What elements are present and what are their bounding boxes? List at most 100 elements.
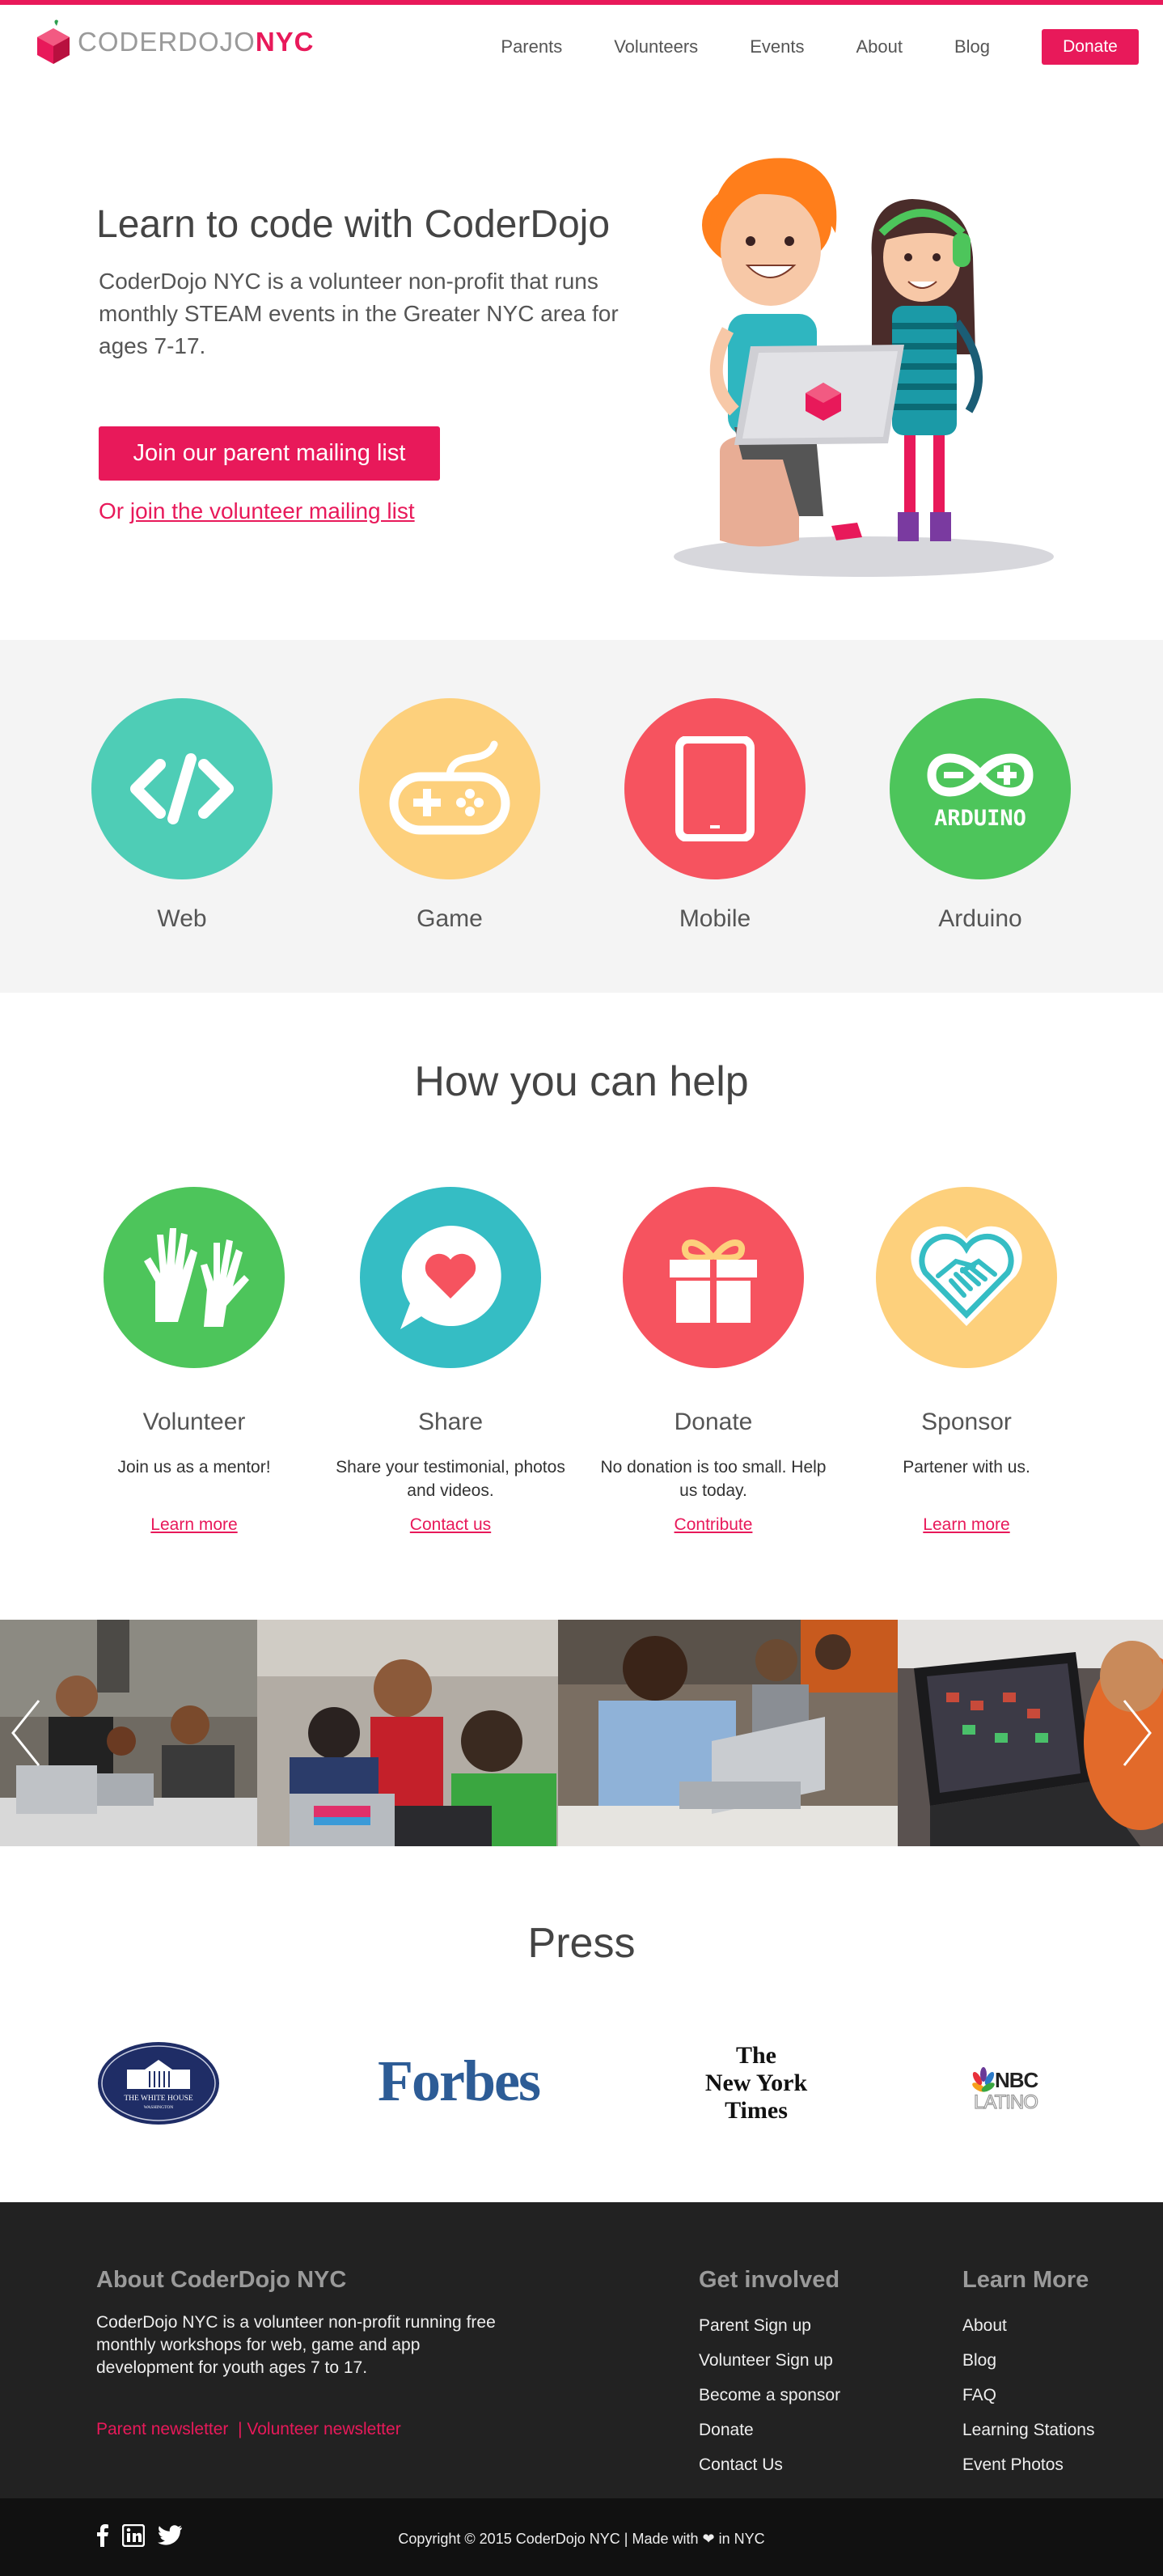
- svg-text:Forbes: Forbes: [378, 2049, 540, 2113]
- footer-blog-link[interactable]: Blog: [962, 2343, 1094, 2378]
- footer-event-photos-link[interactable]: Event Photos: [962, 2447, 1094, 2482]
- carousel-next-arrow-icon[interactable]: [1116, 1693, 1157, 1773]
- svg-text:WASHINGTON: WASHINGTON: [144, 2105, 174, 2110]
- topics-section: Web Game Mobile ARDUINO Arduino: [0, 640, 1163, 993]
- topic-web-circle: [91, 698, 273, 879]
- footer-learning-stations-link[interactable]: Learning Stations: [962, 2413, 1094, 2447]
- nav-volunteers[interactable]: Volunteers: [614, 36, 698, 57]
- footer-volunteer-signup-link[interactable]: Volunteer Sign up: [699, 2343, 840, 2378]
- footer-faq-link[interactable]: FAQ: [962, 2378, 1094, 2413]
- share-contact-us-link[interactable]: Contact us: [410, 1515, 491, 1535]
- carousel-prev-arrow-icon[interactable]: [6, 1693, 47, 1773]
- topic-web-label: Web: [157, 905, 207, 932]
- gamepad-icon: [389, 740, 510, 835]
- volunteer-mailing-line: Or join the volunteer mailing list: [99, 498, 415, 524]
- copyright-text: Copyright © 2015 CoderDojo NYC | Made wi…: [398, 2531, 699, 2547]
- help-volunteer: Volunteer Join us as a mentor! Learn mor…: [77, 1187, 311, 1535]
- nav-parents[interactable]: Parents: [501, 36, 562, 57]
- help-share-title: Share: [417, 1409, 484, 1435]
- svg-text:Times: Times: [725, 2097, 788, 2124]
- topic-arduino[interactable]: ARDUINO Arduino: [887, 698, 1073, 933]
- raised-hands-icon: [144, 1228, 249, 1327]
- help-sponsor: Sponsor Partener with us. Learn more: [849, 1187, 1084, 1535]
- hero-description: CoderDojo NYC is a volunteer non-profit …: [99, 269, 619, 358]
- nav-blog[interactable]: Blog: [954, 36, 990, 57]
- topic-mobile-label: Mobile: [679, 905, 751, 932]
- help-donate-desc: No donation is too small. Help us today.: [600, 1458, 827, 1500]
- topic-game-circle: [359, 698, 540, 879]
- hero-section: Learn to code with CoderDojo CoderDojo N…: [0, 86, 1163, 640]
- donate-button[interactable]: Donate: [1042, 29, 1139, 65]
- or-text: Or: [99, 498, 125, 523]
- white-house-logo[interactable]: THE WHITE HOUSE WASHINGTON: [96, 2040, 221, 2126]
- help-donate-title: Donate: [674, 1409, 753, 1435]
- topic-mobile[interactable]: Mobile: [622, 698, 808, 933]
- bottom-bar: Copyright © 2015 CoderDojo NYC | Made wi…: [0, 2498, 1163, 2576]
- kids-coding-illustration: [674, 158, 1054, 577]
- forbes-logo[interactable]: Forbes: [368, 2049, 550, 2113]
- footer-about: About CoderDojo NYC CoderDojo NYC is a v…: [96, 2267, 501, 2439]
- tablet-icon: [675, 736, 755, 841]
- help-section: How you can help Volunteer Join us as a …: [0, 993, 1163, 1620]
- footer-learn-more-title: Learn More: [962, 2267, 1089, 2293]
- help-sponsor-title: Sponsor: [921, 1409, 1012, 1435]
- footer-donate-link[interactable]: Donate: [699, 2413, 840, 2447]
- copyright: Copyright © 2015 CoderDojo NYC | Made wi…: [0, 2531, 1163, 2548]
- topic-arduino-circle: ARDUINO: [890, 698, 1071, 879]
- parent-newsletter-link[interactable]: Parent newsletter: [96, 2420, 228, 2438]
- footer-learn-more: Learn More About Blog FAQ Learning Stati…: [962, 2267, 1094, 2482]
- hero-title: Learn to code with CoderDojo: [96, 203, 611, 246]
- svg-text:THE WHITE HOUSE: THE WHITE HOUSE: [124, 2095, 193, 2103]
- help-volunteer-circle: [104, 1187, 285, 1368]
- footer-about-link[interactable]: About: [962, 2308, 1094, 2343]
- footer-become-sponsor-link[interactable]: Become a sponsor: [699, 2378, 840, 2413]
- handshake-heart-icon: [911, 1226, 1022, 1326]
- volunteer-mailing-list-link[interactable]: join the volunteer mailing list: [130, 498, 415, 523]
- site-logo[interactable]: CODERDOJONYC: [36, 16, 315, 68]
- carousel-photo-2: [257, 1620, 558, 1846]
- footer-get-involved-title: Get involved: [699, 2267, 840, 2293]
- svg-text:New York: New York: [705, 2070, 808, 2096]
- heart-bubble-icon: [400, 1225, 501, 1329]
- parent-mailing-list-button[interactable]: Join our parent mailing list: [99, 426, 440, 481]
- topic-mobile-circle: [624, 698, 806, 879]
- nyt-logo[interactable]: The New York Times: [696, 2039, 817, 2128]
- code-icon: [130, 753, 234, 824]
- footer-contact-us-link[interactable]: Contact Us: [699, 2447, 840, 2482]
- help-donate: Donate No donation is too small. Help us…: [596, 1187, 831, 1535]
- footer-about-title: About CoderDojo NYC: [96, 2267, 347, 2293]
- donate-contribute-link[interactable]: Contribute: [675, 1515, 753, 1535]
- nav-about[interactable]: About: [856, 36, 903, 57]
- press-section: Press THE WHITE HOUSE WASHINGTON Forbes …: [0, 1846, 1163, 2202]
- help-title: How you can help: [414, 1058, 749, 1105]
- footer-get-involved: Get involved Parent Sign up Volunteer Si…: [699, 2267, 840, 2482]
- help-share-circle: [360, 1187, 541, 1368]
- site-footer: About CoderDojo NYC CoderDojo NYC is a v…: [0, 2202, 1163, 2498]
- arduino-icon: ARDUINO: [927, 753, 1034, 831]
- help-sponsor-circle: [876, 1187, 1057, 1368]
- newsletter-separator: |: [238, 2420, 243, 2438]
- press-title: Press: [527, 1920, 636, 1967]
- coderdojo-cube-icon: [37, 19, 70, 64]
- nav-events[interactable]: Events: [750, 36, 804, 57]
- help-volunteer-title: Volunteer: [142, 1409, 246, 1435]
- svg-text:The: The: [736, 2042, 776, 2069]
- svg-text:NBC: NBC: [995, 2068, 1039, 2092]
- sponsor-learn-more-link[interactable]: Learn more: [923, 1515, 1009, 1535]
- svg-text:LATINO: LATINO: [974, 2091, 1038, 2113]
- help-volunteer-desc: Join us as a mentor!: [117, 1458, 271, 1477]
- volunteer-newsletter-link[interactable]: Volunteer newsletter: [247, 2420, 400, 2438]
- topic-web[interactable]: Web: [89, 698, 275, 933]
- topic-game[interactable]: Game: [357, 698, 543, 933]
- help-donate-circle: [623, 1187, 804, 1368]
- footer-parent-signup-link[interactable]: Parent Sign up: [699, 2308, 840, 2343]
- nbc-latino-logo[interactable]: NBC LATINO: [971, 2065, 1059, 2113]
- help-share: Share Share your testimonial, photos and…: [333, 1187, 568, 1535]
- heart-icon: ❤: [702, 2531, 715, 2547]
- volunteer-learn-more-link[interactable]: Learn more: [150, 1515, 237, 1535]
- topic-game-label: Game: [417, 905, 483, 932]
- carousel-photo-3: [558, 1620, 898, 1846]
- svg-text:ARDUINO: ARDUINO: [934, 806, 1026, 831]
- topic-arduino-label: Arduino: [938, 905, 1022, 932]
- gift-icon: [670, 1239, 757, 1323]
